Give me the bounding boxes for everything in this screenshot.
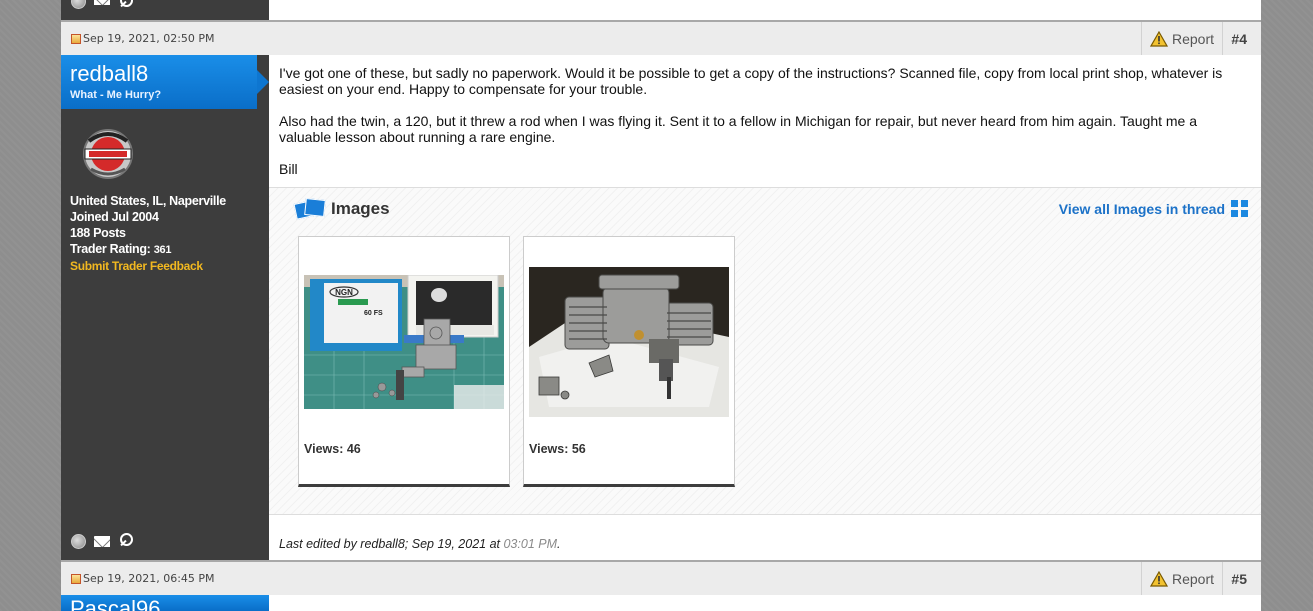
username-link[interactable]: redball8 — [70, 61, 148, 87]
previous-post-tail — [61, 0, 1261, 20]
post-icon — [71, 573, 81, 584]
trader-rating-value[interactable]: 361 — [154, 244, 172, 256]
next-username-link[interactable]: Pascal96 — [70, 598, 161, 611]
search-posts-icon[interactable] — [118, 0, 134, 10]
view-all-images-link[interactable]: View all Images in thread — [1059, 200, 1249, 218]
message-paragraph: Also had the twin, a 120, but it threw a… — [279, 113, 1198, 145]
message-signature: Bill — [279, 161, 298, 177]
image-views: Views: 56 — [529, 442, 586, 456]
engine-photo-2[interactable] — [529, 267, 729, 417]
online-status-icon — [71, 0, 86, 9]
next-post-content — [269, 595, 1261, 611]
post-message: I've got one of these, but sadly no pape… — [279, 65, 1249, 193]
post-number-link[interactable]: #5 — [1231, 571, 1247, 587]
last-edited-suffix: . — [557, 537, 561, 551]
report-label: Report — [1171, 571, 1214, 587]
post-icon — [71, 33, 81, 44]
next-post-sidebar: Pascal96 — [61, 595, 269, 611]
post-header: Sep 19, 2021, 06:45 PM Report #5 — [61, 560, 1261, 596]
report-label: Report — [1171, 31, 1214, 47]
private-message-icon[interactable] — [94, 0, 110, 5]
image-thumbnail[interactable]: Views: 56 — [523, 236, 735, 487]
post-header: Sep 19, 2021, 02:50 PM Report #4 — [61, 20, 1261, 56]
post-date-text: Sep 19, 2021, 02:50 PM — [83, 32, 215, 45]
post-content: I've got one of these, but sadly no pape… — [269, 55, 1261, 560]
online-status-icon — [71, 533, 86, 549]
previous-post-sidebar — [61, 0, 269, 20]
next-user-badge: Pascal96 — [61, 595, 269, 611]
previous-post-user-icons — [71, 0, 134, 10]
private-message-icon[interactable] — [94, 535, 110, 547]
image-views: Views: 46 — [304, 442, 361, 456]
images-heading: Images — [293, 198, 390, 220]
trader-rating-label: Trader Rating: — [70, 242, 151, 256]
engine-photo-1[interactable]: NGN 60 FS — [304, 275, 504, 409]
user-joined: Joined Jul 2004 — [70, 210, 159, 224]
user-action-icons — [71, 533, 134, 549]
trader-rating: Trader Rating: 361 — [70, 241, 265, 258]
box-brand-label: NGN — [335, 288, 353, 297]
expand-grid-icon — [1231, 200, 1249, 218]
warning-icon — [1149, 31, 1168, 47]
user-badge: redball8 What - Me Hurry? — [61, 55, 269, 109]
user-info: United States, IL, Naperville Joined Jul… — [70, 193, 265, 274]
report-button[interactable]: Report — [1140, 22, 1223, 56]
images-title: Images — [331, 199, 390, 218]
post-number-link[interactable]: #4 — [1231, 31, 1247, 47]
report-button[interactable]: Report — [1140, 562, 1223, 596]
warning-icon — [1149, 571, 1168, 587]
message-paragraph: I've got one of these, but sadly no pape… — [279, 65, 1223, 97]
images-icon — [293, 198, 325, 220]
box-model-label: 60 FS — [364, 310, 383, 317]
user-title: What - Me Hurry? — [70, 89, 162, 101]
user-post-count: 188 Posts — [70, 226, 126, 240]
post-date-text: Sep 19, 2021, 06:45 PM — [83, 572, 215, 585]
post-date: Sep 19, 2021, 06:45 PM — [71, 572, 215, 585]
post-date: Sep 19, 2021, 02:50 PM — [71, 32, 215, 45]
user-avatar[interactable] — [79, 125, 137, 183]
submit-trader-feedback-link[interactable]: Submit Trader Feedback — [70, 258, 265, 274]
last-edited-note: Last edited by redball8; Sep 19, 2021 at… — [279, 537, 560, 551]
last-edited-prefix: Last edited by redball8; Sep 19, 2021 at — [279, 537, 500, 551]
last-edited-time: 03:01 PM — [503, 537, 557, 551]
user-sidebar: redball8 What - Me Hurry? United States,… — [61, 55, 269, 560]
search-posts-icon[interactable] — [118, 533, 134, 549]
user-location: United States, IL, Naperville — [70, 194, 226, 208]
view-all-images-label: View all Images in thread — [1058, 201, 1225, 217]
image-thumbnail[interactable]: NGN 60 FS Views: 46 — [298, 236, 510, 487]
post-images: Images View all Images in thread NGN 60 … — [269, 187, 1261, 515]
previous-post-content — [269, 0, 1261, 20]
thread-view: Sep 19, 2021, 02:50 PM Report #4 redball… — [61, 0, 1261, 611]
